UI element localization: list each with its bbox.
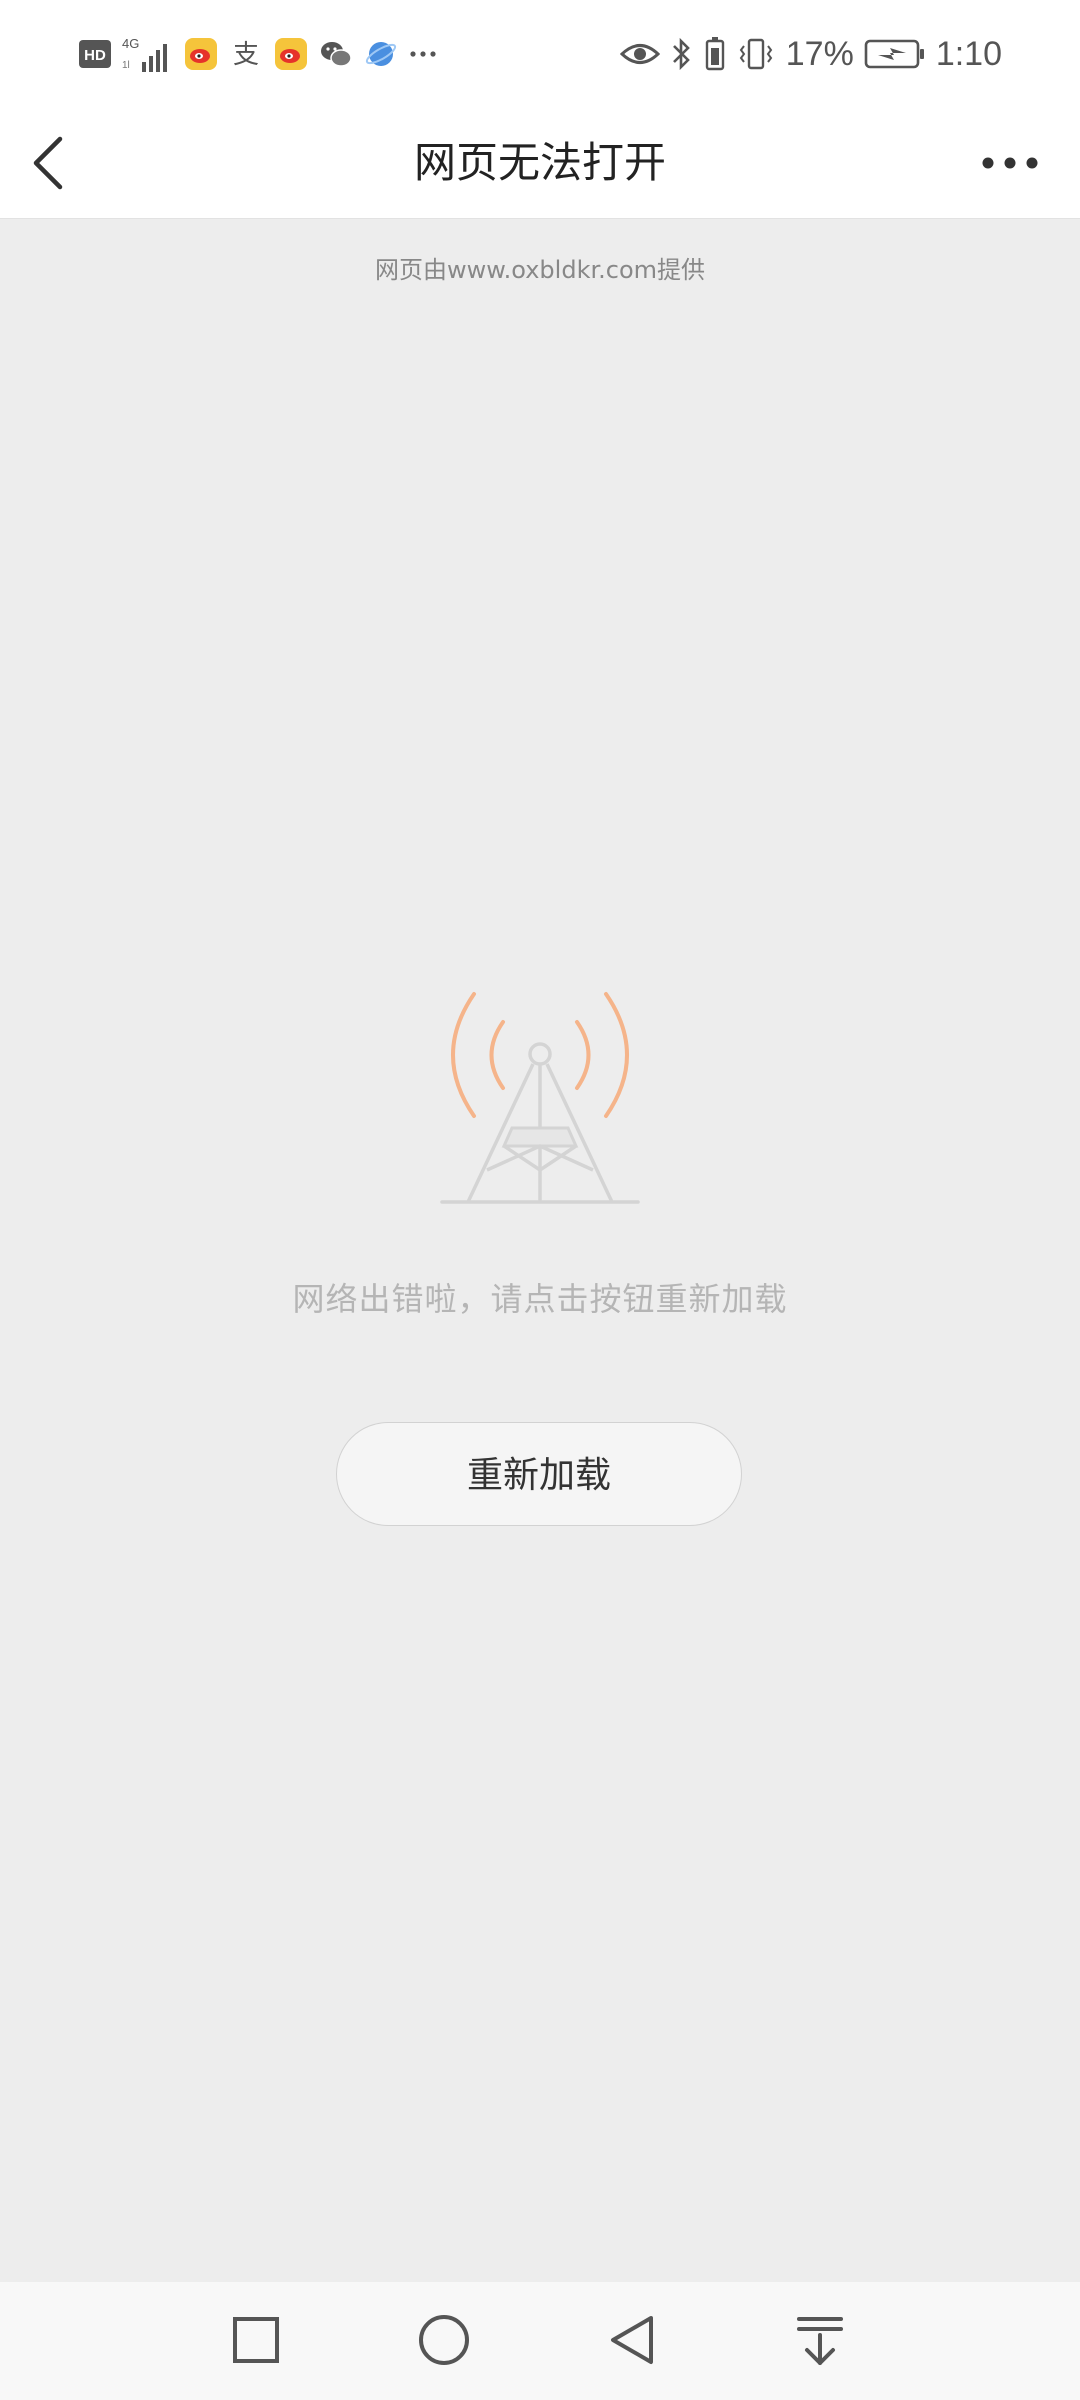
vibrate-icon bbox=[739, 38, 772, 70]
svg-text:1l: 1l bbox=[122, 60, 130, 71]
square-icon bbox=[233, 2317, 279, 2363]
alipay-icon: 支 bbox=[233, 40, 259, 70]
browser-icon bbox=[365, 42, 397, 66]
bluetooth-icon bbox=[672, 37, 690, 71]
back-nav-button[interactable] bbox=[596, 2304, 668, 2376]
triangle-back-icon bbox=[611, 2316, 653, 2364]
back-button[interactable] bbox=[16, 130, 80, 196]
home-button[interactable] bbox=[408, 2304, 480, 2376]
battery-percent: 17% bbox=[785, 34, 854, 73]
status-right-icons: 17% 1:10 bbox=[619, 30, 1002, 78]
clock: 1:10 bbox=[935, 34, 1002, 73]
notification-pulldown-button[interactable] bbox=[784, 2304, 856, 2376]
page-title: 网页无法打开 bbox=[413, 138, 666, 187]
weibo-icon bbox=[275, 38, 307, 70]
signal-tower-icon bbox=[440, 992, 640, 1204]
battery-saver-icon bbox=[705, 37, 724, 71]
provider-text: 网页由www.oxbldkr.com提供 bbox=[374, 256, 706, 284]
eye-icon bbox=[619, 44, 660, 64]
pull-down-icon bbox=[797, 2317, 843, 2365]
reload-button[interactable]: 重新加载 bbox=[336, 1422, 742, 1526]
weibo-icon bbox=[185, 38, 217, 70]
svg-text:4G: 4G bbox=[122, 36, 139, 51]
recent-apps-button[interactable] bbox=[220, 2304, 292, 2376]
status-bar: HD 4G 1l 支 17% 1:10 bbox=[0, 0, 1080, 108]
svg-text:HD: HD bbox=[84, 47, 106, 64]
wechat-icon bbox=[321, 42, 352, 67]
circle-icon bbox=[419, 2315, 469, 2365]
svg-text:支: 支 bbox=[233, 40, 259, 70]
more-dots-icon bbox=[982, 157, 1038, 169]
more-dots-icon bbox=[410, 51, 436, 57]
error-message: 网络出错啦，请点击按钮重新加载 bbox=[292, 1280, 788, 1318]
battery-charging-icon bbox=[864, 39, 924, 69]
signal-4g-icon: 4G 1l bbox=[122, 36, 167, 72]
hd-icon: HD bbox=[79, 40, 111, 68]
status-left-icons: HD 4G 1l 支 bbox=[78, 30, 438, 78]
header-bar: 网页无法打开 bbox=[0, 108, 1080, 219]
more-options-button[interactable] bbox=[972, 138, 1048, 188]
system-nav-bar bbox=[0, 2282, 1080, 2400]
chevron-left-icon bbox=[33, 136, 63, 190]
